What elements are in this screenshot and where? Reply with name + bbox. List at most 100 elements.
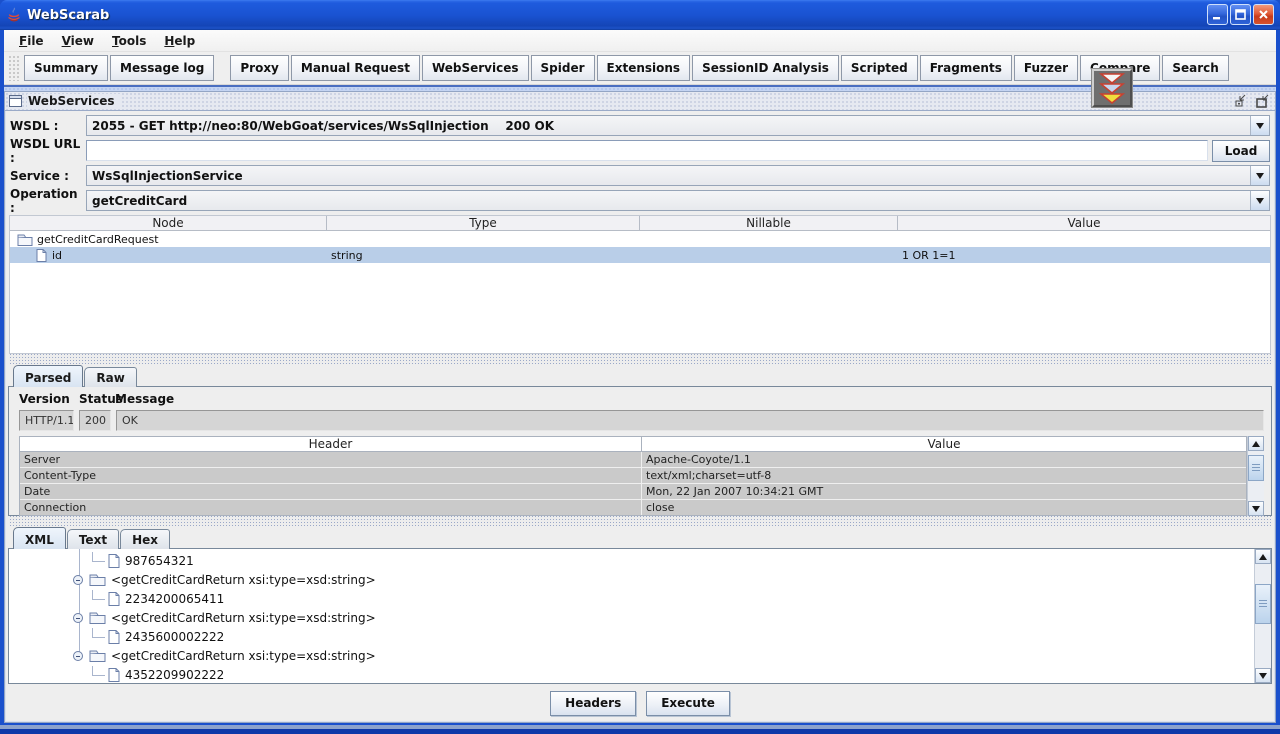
scrollbar-track[interactable] [1248, 451, 1264, 501]
operation-combobox[interactable]: getCreditCard [86, 190, 1270, 211]
toolbar: Summary Message log Proxy Manual Request… [4, 52, 1276, 85]
table-row[interactable]: Date Mon, 22 Jan 2007 10:34:21 GMT [20, 484, 1246, 500]
scroll-down-button[interactable] [1248, 501, 1264, 516]
window-bottom-border [0, 725, 1280, 734]
parameter-table-empty-area [10, 263, 1270, 353]
response-tabs: Parsed Raw [8, 364, 1272, 386]
tree-leaf-label: 4352209902222 [125, 668, 224, 682]
column-header-nillable[interactable]: Nillable [640, 216, 898, 230]
tab-parsed[interactable]: Parsed [13, 365, 83, 387]
toolbar-sessionid-analysis-button[interactable]: SessionID Analysis [692, 55, 839, 81]
tab-raw[interactable]: Raw [84, 367, 136, 387]
frame-iconify-button[interactable] [1233, 94, 1250, 109]
table-row[interactable]: Server Apache-Coyote/1.1 [20, 452, 1246, 468]
column-header-header[interactable]: Header [20, 437, 642, 451]
toolbar-fuzzer-button[interactable]: Fuzzer [1014, 55, 1078, 81]
column-header-value[interactable]: Value [642, 437, 1246, 451]
node-nillable [640, 247, 898, 263]
toolbar-extensions-button[interactable]: Extensions [597, 55, 691, 81]
menu-file[interactable]: File [10, 32, 53, 50]
splitter-handle[interactable] [9, 516, 1271, 526]
toolbar-summary-button[interactable]: Summary [24, 55, 108, 81]
tree-leaf[interactable]: 4352209902222 [9, 665, 1254, 683]
menu-view-rest: iew [71, 34, 94, 48]
scroll-up-button[interactable] [1248, 436, 1264, 451]
tab-text[interactable]: Text [67, 529, 119, 549]
java-cup-icon [6, 7, 22, 23]
operation-combobox-arrow-button[interactable] [1250, 191, 1269, 210]
toolbar-webservices-button[interactable]: WebServices [422, 55, 529, 81]
table-row[interactable]: Content-Type text/xml;charset=utf-8 [20, 468, 1246, 484]
toolbar-search-button[interactable]: Search [1162, 55, 1228, 81]
toolbar-grip[interactable] [8, 55, 20, 81]
table-row[interactable]: getCreditCardRequest [10, 231, 1270, 247]
parameter-table: Node Type Nillable Value getCreditCardRe… [9, 215, 1271, 354]
tree-connector [92, 628, 105, 638]
tree-node[interactable]: <getCreditCardReturn xsi:type=xsd:string… [9, 570, 1254, 589]
table-row[interactable]: Connection close [20, 500, 1246, 515]
tree-leaf[interactable]: 2234200065411 [9, 589, 1254, 608]
close-button[interactable] [1253, 4, 1274, 25]
menu-tools-mnemonic: T [112, 34, 119, 48]
tree-node[interactable]: <getCreditCardReturn xsi:type=xsd:string… [9, 646, 1254, 665]
tree-expand-handle[interactable] [73, 575, 83, 585]
scroll-down-button[interactable] [1255, 668, 1271, 683]
tree-expand-handle[interactable] [73, 651, 83, 661]
tree-leaf[interactable]: 987654321 [9, 551, 1254, 570]
menu-view[interactable]: View [53, 32, 103, 50]
service-combobox-arrow-button[interactable] [1250, 166, 1269, 185]
xml-tree: 987654321 <getCreditCardReturn xsi:type=… [9, 549, 1254, 683]
column-header-value[interactable]: Value [898, 216, 1270, 230]
node-value [898, 231, 1270, 247]
scrollbar-thumb[interactable] [1255, 584, 1271, 624]
maximize-button[interactable] [1230, 4, 1251, 25]
headers-button[interactable]: Headers [550, 691, 636, 716]
tab-hex[interactable]: Hex [120, 529, 170, 549]
wsdl-combobox-arrow-button[interactable] [1250, 116, 1269, 135]
toolbar-spider-button[interactable]: Spider [531, 55, 595, 81]
menu-help[interactable]: Help [155, 32, 204, 50]
file-icon [108, 630, 120, 644]
chevron-overlay-button[interactable] [1092, 69, 1132, 107]
frame-restore-button[interactable] [1254, 94, 1271, 109]
table-row-selected[interactable]: id string 1 OR 1=1 [10, 247, 1270, 263]
column-header-type[interactable]: Type [327, 216, 640, 230]
scrollbar-track[interactable] [1255, 564, 1271, 668]
headers-table-scrollbar[interactable] [1247, 436, 1264, 516]
tree-expand-handle[interactable] [73, 613, 83, 623]
action-button-bar: Headers Execute [8, 684, 1272, 722]
tree-node[interactable]: <getCreditCardReturn xsi:type=xsd:string… [9, 608, 1254, 627]
splitter-handle[interactable] [9, 354, 1271, 364]
toolbar-proxy-button[interactable]: Proxy [230, 55, 289, 81]
scroll-up-button[interactable] [1255, 549, 1271, 564]
content-tabs: XML Text Hex [8, 526, 1272, 548]
node-type [327, 231, 640, 247]
parameter-table-header: Node Type Nillable Value [10, 216, 1270, 231]
wsdl-combobox[interactable]: 2055 - GET http://neo:80/WebGoat/service… [86, 115, 1270, 136]
service-combobox[interactable]: WsSqlInjectionService [86, 165, 1270, 186]
header-name: Content-Type [20, 468, 642, 483]
toolbar-scripted-button[interactable]: Scripted [841, 55, 918, 81]
menu-tools[interactable]: Tools [103, 32, 155, 50]
load-button[interactable]: Load [1212, 140, 1270, 162]
tree-leaf[interactable]: 2435600002222 [9, 627, 1254, 646]
restore-arrow-icon [1255, 94, 1271, 108]
toolbar-message-log-button[interactable]: Message log [110, 55, 214, 81]
minimize-button[interactable] [1207, 4, 1228, 25]
file-icon [108, 554, 120, 568]
toolbar-manual-request-button[interactable]: Manual Request [291, 55, 420, 81]
triangle-up-icon [1252, 437, 1260, 447]
response-section: Parsed Raw Version Status Message HTTP/1… [8, 364, 1272, 516]
version-label: Version [19, 392, 79, 406]
tree-node-label: <getCreditCardReturn xsi:type=xsd:string… [111, 573, 376, 587]
scrollbar-thumb[interactable] [1248, 455, 1264, 481]
frame-window-icon [9, 95, 22, 107]
menu-view-mnemonic: V [62, 34, 71, 48]
tab-xml[interactable]: XML [13, 527, 66, 549]
execute-button[interactable]: Execute [646, 691, 730, 716]
xml-scrollbar[interactable] [1254, 549, 1271, 683]
wsdl-url-input[interactable] [86, 140, 1208, 161]
toolbar-fragments-button[interactable]: Fragments [920, 55, 1012, 81]
node-name: id [52, 249, 62, 262]
column-header-node[interactable]: Node [10, 216, 327, 230]
